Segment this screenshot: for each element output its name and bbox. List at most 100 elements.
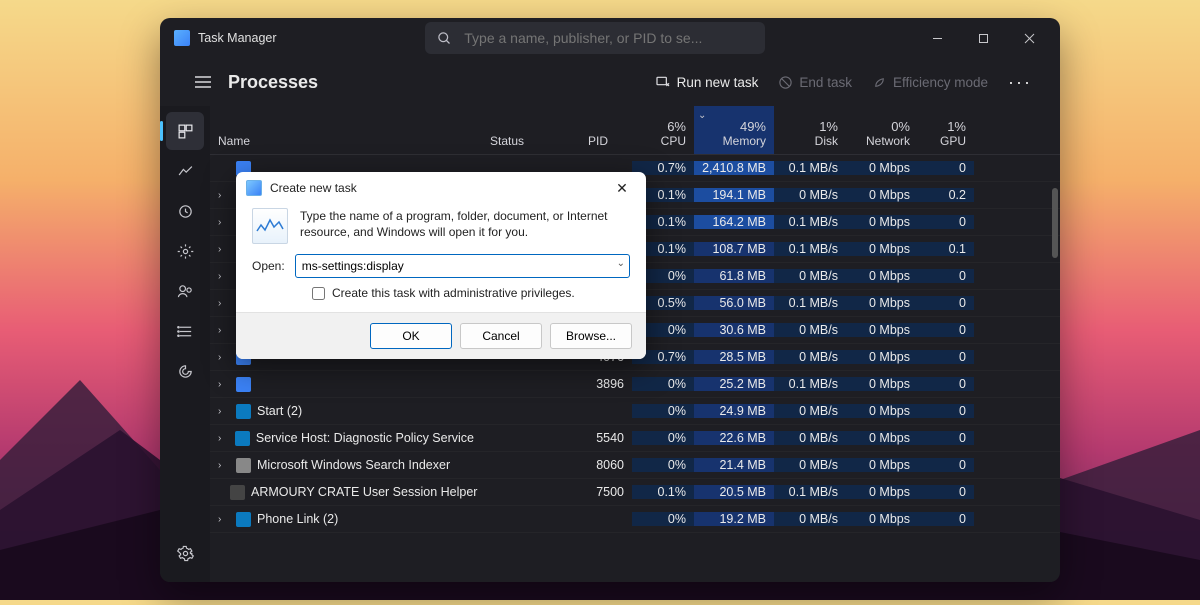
cell-gpu: 0 (918, 431, 974, 445)
expand-chevron-icon[interactable]: › (218, 298, 230, 309)
expand-chevron-icon[interactable]: › (218, 190, 230, 201)
run-large-icon (252, 208, 288, 244)
cell-gpu: 0 (918, 296, 974, 310)
search-input[interactable] (464, 30, 753, 46)
sort-chevron-icon: ⌄ (698, 110, 706, 121)
expand-chevron-icon[interactable]: › (218, 325, 230, 336)
cancel-button[interactable]: Cancel (460, 323, 542, 349)
admin-privileges-checkbox[interactable] (312, 287, 325, 300)
cell-disk: 0 MB/s (774, 404, 846, 418)
cell-memory: 30.6 MB (694, 323, 774, 337)
ok-button[interactable]: OK (370, 323, 452, 349)
cell-memory: 20.5 MB (694, 485, 774, 499)
cell-gpu: 0 (918, 350, 974, 364)
search-box[interactable] (425, 22, 765, 54)
col-memory[interactable]: Memory (702, 134, 766, 154)
sidebar-item-startup[interactable] (166, 232, 204, 270)
page-title: Processes (228, 72, 318, 93)
minimize-button[interactable] (914, 18, 960, 58)
cell-network: 0 Mbps (846, 350, 918, 364)
cell-cpu: 0% (632, 512, 694, 526)
table-row[interactable]: ›Start (2)0%24.9 MB0 MB/s0 Mbps0 (210, 398, 1060, 425)
process-icon (236, 377, 251, 392)
col-gpu[interactable]: GPU (926, 134, 966, 154)
titlebar: Task Manager (160, 18, 1060, 58)
expand-chevron-icon[interactable]: › (218, 244, 230, 255)
col-cpu[interactable]: CPU (640, 134, 686, 154)
efficiency-mode-button[interactable]: Efficiency mode (862, 69, 998, 96)
cell-disk: 0 MB/s (774, 188, 846, 202)
sidebar-item-users[interactable] (166, 272, 204, 310)
col-network[interactable]: Network (854, 134, 910, 154)
cell-cpu: 0% (632, 377, 694, 391)
cell-pid: 3896 (580, 377, 632, 391)
cell-network: 0 Mbps (846, 377, 918, 391)
expand-chevron-icon[interactable]: › (218, 271, 230, 282)
end-task-icon (778, 75, 793, 90)
sidebar (160, 106, 210, 582)
run-dialog-icon (246, 180, 262, 196)
table-row[interactable]: › 38960%25.2 MB0.1 MB/s0 Mbps0 (210, 371, 1060, 398)
table-row[interactable]: ›Phone Link (2)0%19.2 MB0 MB/s0 Mbps0 (210, 506, 1060, 533)
cell-network: 0 Mbps (846, 242, 918, 256)
browse-button[interactable]: Browse... (550, 323, 632, 349)
sidebar-item-history[interactable] (166, 192, 204, 230)
expand-chevron-icon[interactable]: › (218, 514, 230, 525)
expand-chevron-icon[interactable]: › (218, 460, 230, 471)
cell-gpu: 0 (918, 485, 974, 499)
dropdown-chevron-icon[interactable]: ⌄ (617, 258, 625, 269)
sidebar-item-performance[interactable] (166, 152, 204, 190)
col-status[interactable]: Status (490, 134, 572, 154)
expand-chevron-icon[interactable]: › (218, 352, 230, 363)
process-name: Start (2) (257, 404, 302, 418)
cell-memory: 22.6 MB (694, 431, 774, 445)
table-row[interactable]: ARMOURY CRATE User Session Helper75000.1… (210, 479, 1060, 506)
cell-network: 0 Mbps (846, 512, 918, 526)
process-icon (235, 431, 250, 446)
cell-disk: 0.1 MB/s (774, 377, 846, 391)
open-input[interactable] (295, 254, 630, 278)
cell-gpu: 0 (918, 458, 974, 472)
cell-pid: 7500 (580, 485, 632, 499)
cell-cpu: 0% (632, 404, 694, 418)
cell-memory: 164.2 MB (694, 215, 774, 229)
run-new-task-button[interactable]: Run new task (645, 68, 769, 96)
scrollbar-thumb[interactable] (1052, 188, 1058, 258)
cell-memory: 28.5 MB (694, 350, 774, 364)
col-name[interactable]: Name (218, 134, 474, 154)
more-button[interactable]: ··· (998, 68, 1042, 97)
hamburger-icon[interactable] (194, 75, 212, 89)
process-icon (230, 485, 245, 500)
table-row[interactable]: ›Service Host: Diagnostic Policy Service… (210, 425, 1060, 452)
cell-memory: 25.2 MB (694, 377, 774, 391)
cell-network: 0 Mbps (846, 323, 918, 337)
end-task-button[interactable]: End task (768, 69, 862, 96)
table-header: Name Status PID 6%CPU ⌄49%Memory 1%Disk … (210, 106, 1060, 155)
cell-gpu: 0.1 (918, 242, 974, 256)
dialog-description: Type the name of a program, folder, docu… (300, 208, 630, 240)
sidebar-item-services[interactable] (166, 352, 204, 390)
dialog-close-button[interactable]: ✕ (608, 180, 636, 197)
expand-chevron-icon[interactable]: › (218, 433, 229, 444)
sidebar-item-details[interactable] (166, 312, 204, 350)
toolbar: Processes Run new task End task Efficien… (160, 58, 1060, 106)
col-pid[interactable]: PID (588, 134, 624, 154)
cell-memory: 61.8 MB (694, 269, 774, 283)
expand-chevron-icon[interactable]: › (218, 217, 230, 228)
process-name: Phone Link (2) (257, 512, 338, 526)
cell-memory: 2,410.8 MB (694, 161, 774, 175)
maximize-button[interactable] (960, 18, 1006, 58)
open-label: Open: (252, 259, 285, 273)
table-row[interactable]: ›Microsoft Windows Search Indexer80600%2… (210, 452, 1060, 479)
cell-network: 0 Mbps (846, 269, 918, 283)
cell-gpu: 0 (918, 323, 974, 337)
sidebar-item-processes[interactable] (166, 112, 204, 150)
process-icon (236, 404, 251, 419)
sidebar-item-settings[interactable] (166, 534, 204, 572)
close-button[interactable] (1006, 18, 1052, 58)
col-disk[interactable]: Disk (782, 134, 838, 154)
expand-chevron-icon[interactable]: › (218, 379, 230, 390)
cell-network: 0 Mbps (846, 215, 918, 229)
expand-chevron-icon[interactable]: › (218, 406, 230, 417)
cell-gpu: 0 (918, 377, 974, 391)
